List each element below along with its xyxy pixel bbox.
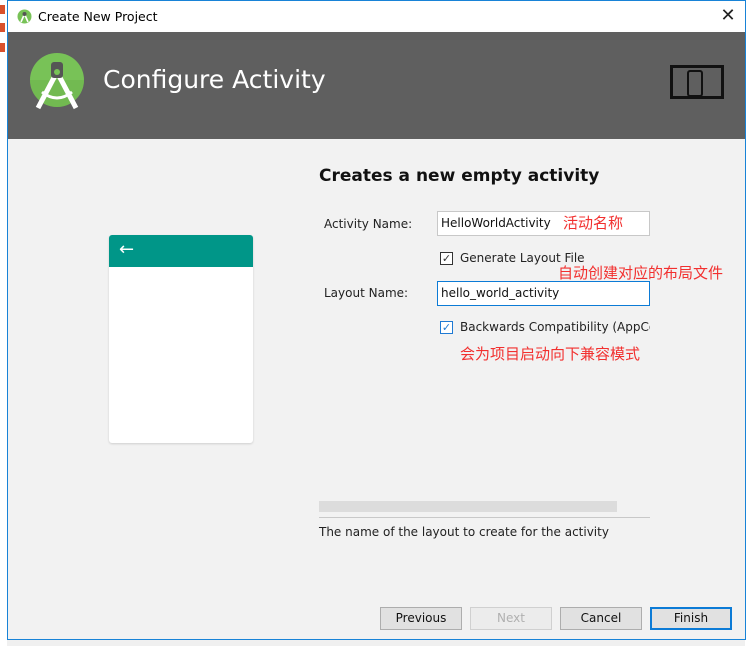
annotation-compat: 会为项目启动向下兼容模式	[460, 345, 641, 363]
finish-button[interactable]: Finish	[650, 607, 732, 630]
progress-bar	[319, 501, 617, 512]
next-button[interactable]: Next	[470, 607, 552, 630]
window-title: Create New Project	[38, 9, 158, 24]
layout-name-label: Layout Name:	[324, 286, 409, 300]
android-studio-icon	[17, 9, 32, 24]
arrow-left-icon: ←	[109, 235, 253, 267]
close-icon[interactable]: ✕	[717, 5, 739, 27]
tablet-phone-icon	[670, 65, 724, 99]
generate-layout-checkbox[interactable]: ✓	[440, 252, 453, 265]
title-bar: Create New Project ✕	[8, 1, 745, 32]
activity-name-label: Activity Name:	[324, 217, 413, 231]
activity-preview: ←	[109, 235, 253, 443]
create-project-dialog: Create New Project ✕ Configure Activity …	[7, 0, 746, 640]
form-heading: Creates a new empty activity	[319, 166, 600, 186]
android-studio-logo	[30, 53, 84, 110]
annotation-activity-name: 活动名称	[563, 214, 624, 232]
previous-button[interactable]: Previous	[380, 607, 462, 630]
page-title: Configure Activity	[103, 65, 326, 94]
layout-name-value: hello_world_activity	[441, 286, 560, 300]
background-window-left	[0, 0, 7, 646]
backwards-compat-label: Backwards Compatibility (AppCo	[460, 320, 650, 334]
header-banner: Configure Activity	[8, 32, 745, 139]
background-window-right	[745, 0, 753, 646]
annotation-layout-file: 自动创建对应的布局文件	[558, 264, 724, 282]
activity-name-value: HelloWorldActivity	[441, 216, 551, 230]
divider	[319, 517, 650, 518]
layout-name-input[interactable]: hello_world_activity	[437, 281, 650, 306]
cancel-button[interactable]: Cancel	[560, 607, 642, 630]
backwards-compat-checkbox[interactable]: ✓	[440, 321, 453, 334]
field-description: The name of the layout to create for the…	[319, 525, 609, 539]
